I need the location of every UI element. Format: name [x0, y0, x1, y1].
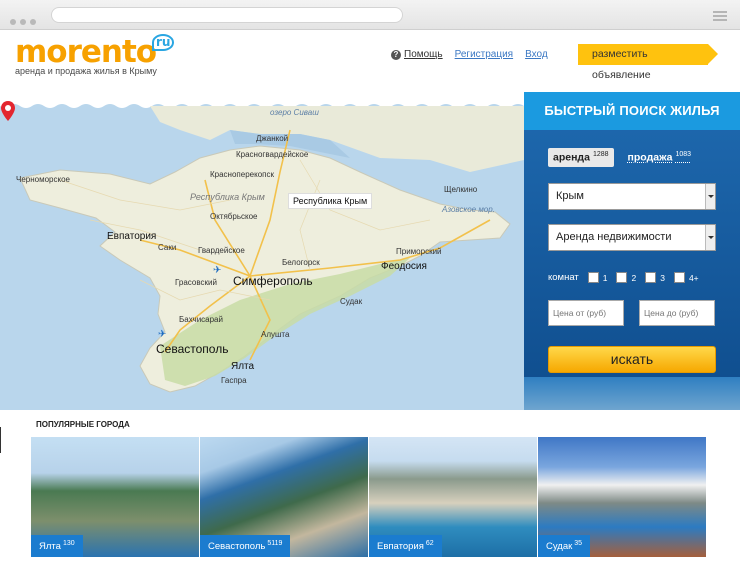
rooms-checkbox-1[interactable] — [587, 272, 599, 283]
help-link-wrap: ? Помощь — [391, 49, 443, 60]
city-count: 62 — [425, 539, 434, 547]
crimea-map[interactable]: озеро Сиваш Черноморское Джанкой Красног… — [0, 100, 524, 410]
map-label-feodosia: Феодосия — [381, 261, 427, 272]
chevron-down-icon — [705, 184, 715, 209]
top-nav: ? Помощь Регистрация Вход — [391, 49, 548, 60]
city-name: Евпатория — [377, 541, 424, 552]
city-card-sevastopol[interactable]: Севастополь 5119 — [200, 437, 368, 557]
browser-chrome — [0, 0, 740, 30]
quick-search-panel: БЫСТРЫЙ ПОИСК ЖИЛЬЯ аренда 1288 продажа 10… — [524, 92, 740, 410]
map-label-shchelkino: Щелкино — [444, 185, 478, 194]
price-from-input[interactable] — [548, 300, 624, 326]
rooms-option-4plus: 4+ — [688, 272, 699, 283]
map-svg — [0, 100, 524, 393]
map-label-oktyabrskoe: Октябрьское — [210, 212, 258, 221]
map-label-azov: Азовское мор. — [442, 205, 495, 214]
city-card-evpatoria[interactable]: Евпатория 62 — [369, 437, 537, 557]
post-ad-button[interactable]: разместить объявление — [578, 44, 718, 81]
map-label-chernomorskoe: Черноморское — [16, 175, 70, 184]
rooms-label: комнат — [548, 272, 579, 283]
logo-wordmark: morento — [15, 34, 157, 70]
city-card-yalta[interactable]: Ялта 130 — [31, 437, 199, 557]
map-label-bakhchisaray: Бахчисарай — [179, 315, 223, 324]
city-caption: Судак 35 — [538, 534, 591, 557]
city-caption: Ялта 130 — [31, 534, 83, 557]
tab-sale-label: продажа — [627, 151, 673, 164]
city-caption: Евпатория 62 — [369, 534, 442, 557]
tab-rent-count: 1288 — [592, 151, 609, 158]
map-pin-icon[interactable] — [0, 100, 16, 122]
rooms-checkbox-2[interactable] — [616, 272, 628, 283]
chevron-down-icon — [705, 225, 715, 250]
logo-ru-badge: ru — [152, 34, 175, 51]
hamburger-icon[interactable] — [713, 11, 727, 21]
help-link[interactable]: Помощь — [404, 49, 443, 60]
popular-cities-list: Ялта 130 Севастополь 5119 Евпатория 62 Суда… — [31, 437, 706, 557]
city-count: 5119 — [267, 539, 283, 547]
quick-search-title: БЫСТРЫЙ ПОИСК ЖИЛЬЯ — [524, 92, 740, 130]
type-select-value: Аренда недвижимости — [556, 231, 672, 243]
airport-icon: ✈ — [213, 265, 222, 276]
city-name: Севастополь — [208, 541, 266, 552]
left-divider — [0, 427, 1, 453]
tab-sale-count: 1083 — [675, 151, 692, 158]
map-label-yalta: Ялта — [231, 361, 255, 372]
airport-icon: ✈ — [158, 329, 167, 340]
address-bar[interactable] — [51, 7, 403, 23]
map-label-saki: Саки — [158, 243, 177, 252]
city-caption: Севастополь 5119 — [200, 534, 291, 557]
search-button[interactable]: искать — [548, 346, 716, 373]
map-label-simferopol: Симферополь — [233, 274, 313, 288]
rooms-filter: комнат 1 2 3 4+ — [548, 272, 699, 283]
map-label-gaspra: Гаспра — [221, 376, 247, 385]
map-label-alushta: Алушта — [261, 330, 290, 339]
rooms-option-3: 3 — [660, 272, 665, 283]
region-select-value: Крым — [556, 190, 584, 202]
popular-cities-title: ПОПУЛЯРНЫЕ ГОРОДА — [36, 420, 130, 429]
tab-rent[interactable]: аренда 1288 — [548, 148, 614, 167]
map-label-grasovskiy: Грасовский — [175, 278, 217, 287]
map-label-evpatoria: Евпатория — [107, 231, 157, 242]
site-tagline: аренда и продажа жилья в Крыму — [15, 66, 157, 76]
deal-tabs: аренда 1288 продажа 1083 — [548, 148, 691, 167]
panel-sea-photo — [524, 377, 740, 410]
rooms-checkbox-3[interactable] — [645, 272, 657, 283]
map-label-primorskiy: Приморский — [396, 247, 442, 256]
type-select[interactable]: Аренда недвижимости — [548, 224, 716, 251]
city-count: 35 — [574, 539, 583, 547]
map-label-sevastopol: Севастополь — [156, 342, 229, 356]
map-label-gvardeyskoe: Гвардейское — [198, 246, 245, 255]
rooms-option-1: 1 — [602, 272, 608, 283]
register-link[interactable]: Регистрация — [455, 49, 513, 60]
map-label-krasnoperekopsk: Красноперекопск — [210, 170, 274, 179]
tab-sale[interactable]: продажа 1083 — [628, 151, 692, 164]
map-label-sivash: озеро Сиваш — [270, 108, 319, 117]
map-marker-label: Республика Крым — [288, 193, 373, 209]
city-name: Ялта — [39, 541, 61, 552]
window-controls[interactable] — [10, 12, 40, 30]
rooms-option-2: 2 — [631, 272, 637, 283]
rooms-checkbox-4plus[interactable] — [673, 272, 685, 283]
city-count: 130 — [62, 539, 75, 547]
map-label-krasnogvardeyskoe: Красногвардейское — [236, 150, 309, 159]
city-card-sudak[interactable]: Судак 35 — [538, 437, 706, 557]
tab-rent-label: аренда — [553, 151, 590, 164]
help-icon: ? — [391, 50, 401, 60]
map-label-belogorsk: Белогорск — [282, 258, 320, 267]
region-select[interactable]: Крым — [548, 183, 716, 210]
map-label-dzhankoy: Джанкой — [256, 134, 289, 143]
city-name: Судак — [546, 541, 573, 552]
map-label-region: Республика Крым — [190, 192, 265, 202]
login-link[interactable]: Вход — [525, 49, 548, 60]
price-to-input[interactable] — [639, 300, 715, 326]
map-label-sudak: Судак — [340, 297, 363, 306]
